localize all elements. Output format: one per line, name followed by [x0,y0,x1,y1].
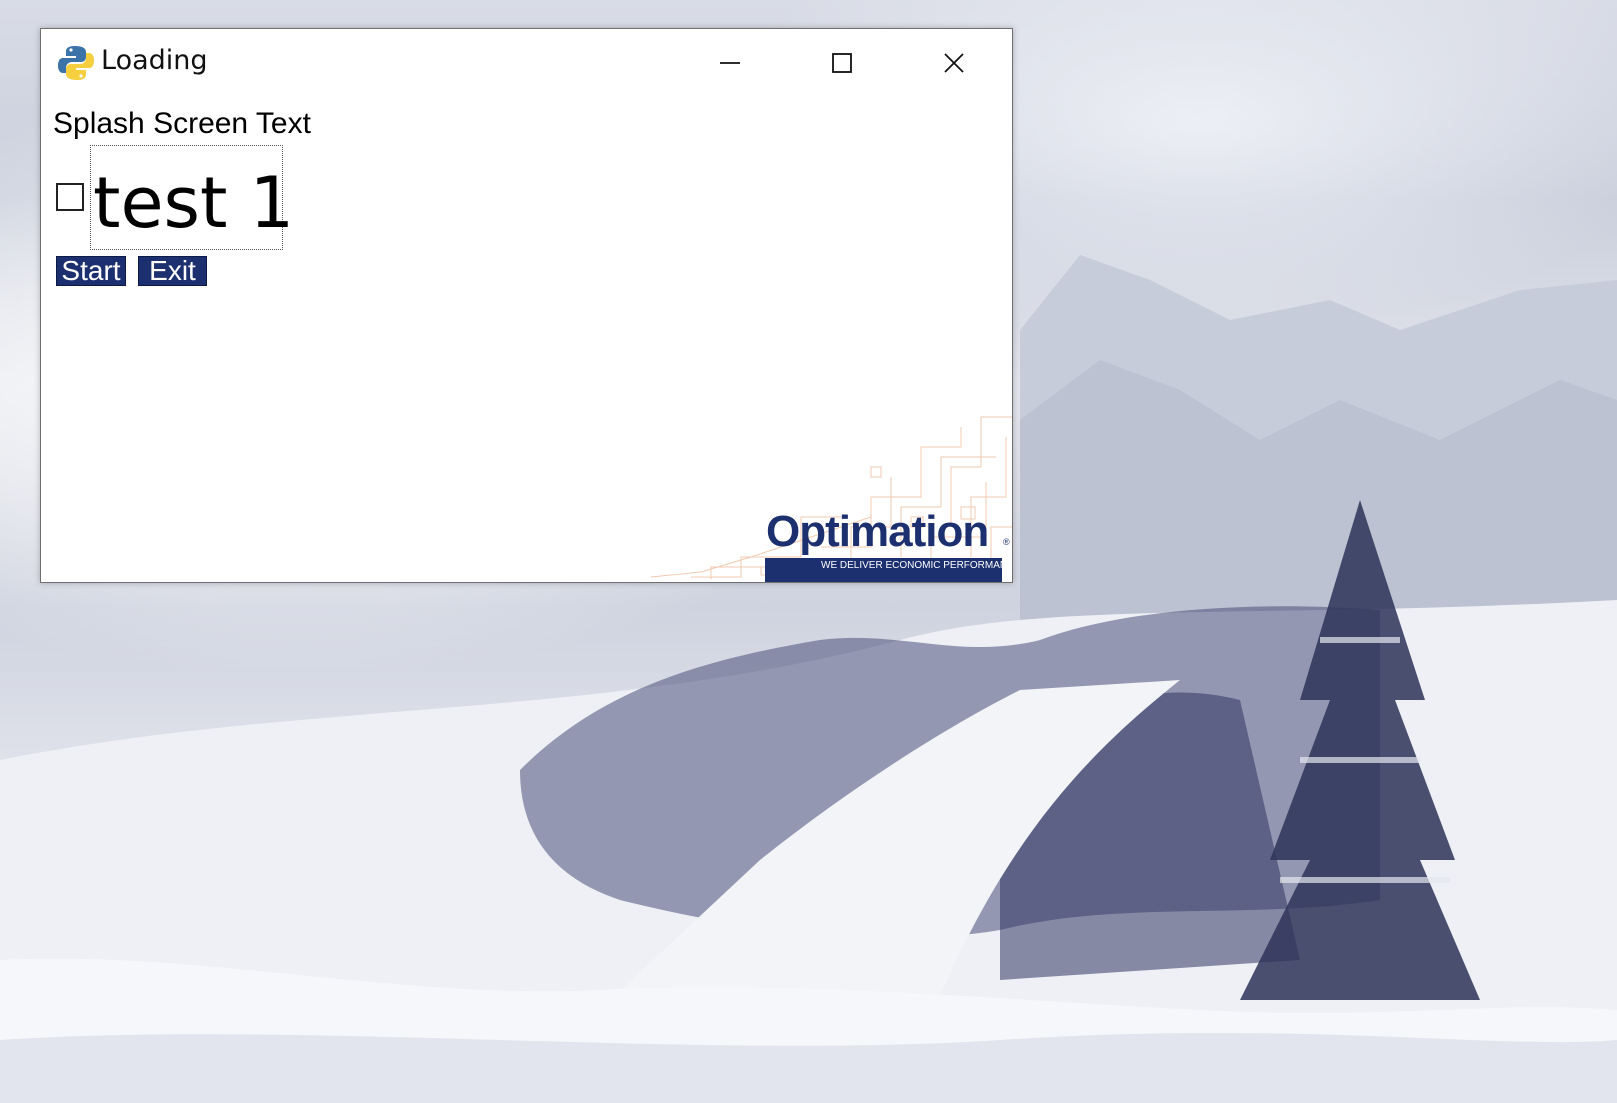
close-button[interactable] [898,29,1010,97]
window-title: Loading [101,45,208,76]
title-bar[interactable]: Loading [41,29,1012,97]
logo-tagline: WE DELIVER ECONOMIC PERFORMANCE [821,560,1013,571]
test-1-checkbox[interactable] [56,183,84,211]
loading-window: Loading Splash Screen Text test 1 Start … [40,28,1013,583]
minimize-button[interactable] [674,29,786,97]
checkbox-label[interactable]: test 1 [93,155,294,251]
maximize-button[interactable] [786,29,898,97]
splash-screen-text: Splash Screen Text [53,107,311,140]
maximize-icon [832,53,852,73]
close-icon [944,53,964,73]
start-button[interactable]: Start [56,256,126,286]
python-icon [58,46,94,80]
exit-button[interactable]: Exit [138,256,207,286]
optimation-logo: Optimation WE DELIVER ECONOMIC PERFORMAN… [641,407,1012,582]
registered-mark: ® [1003,537,1010,547]
logo-wordmark: Optimation [766,507,989,556]
minimize-icon [720,62,740,64]
